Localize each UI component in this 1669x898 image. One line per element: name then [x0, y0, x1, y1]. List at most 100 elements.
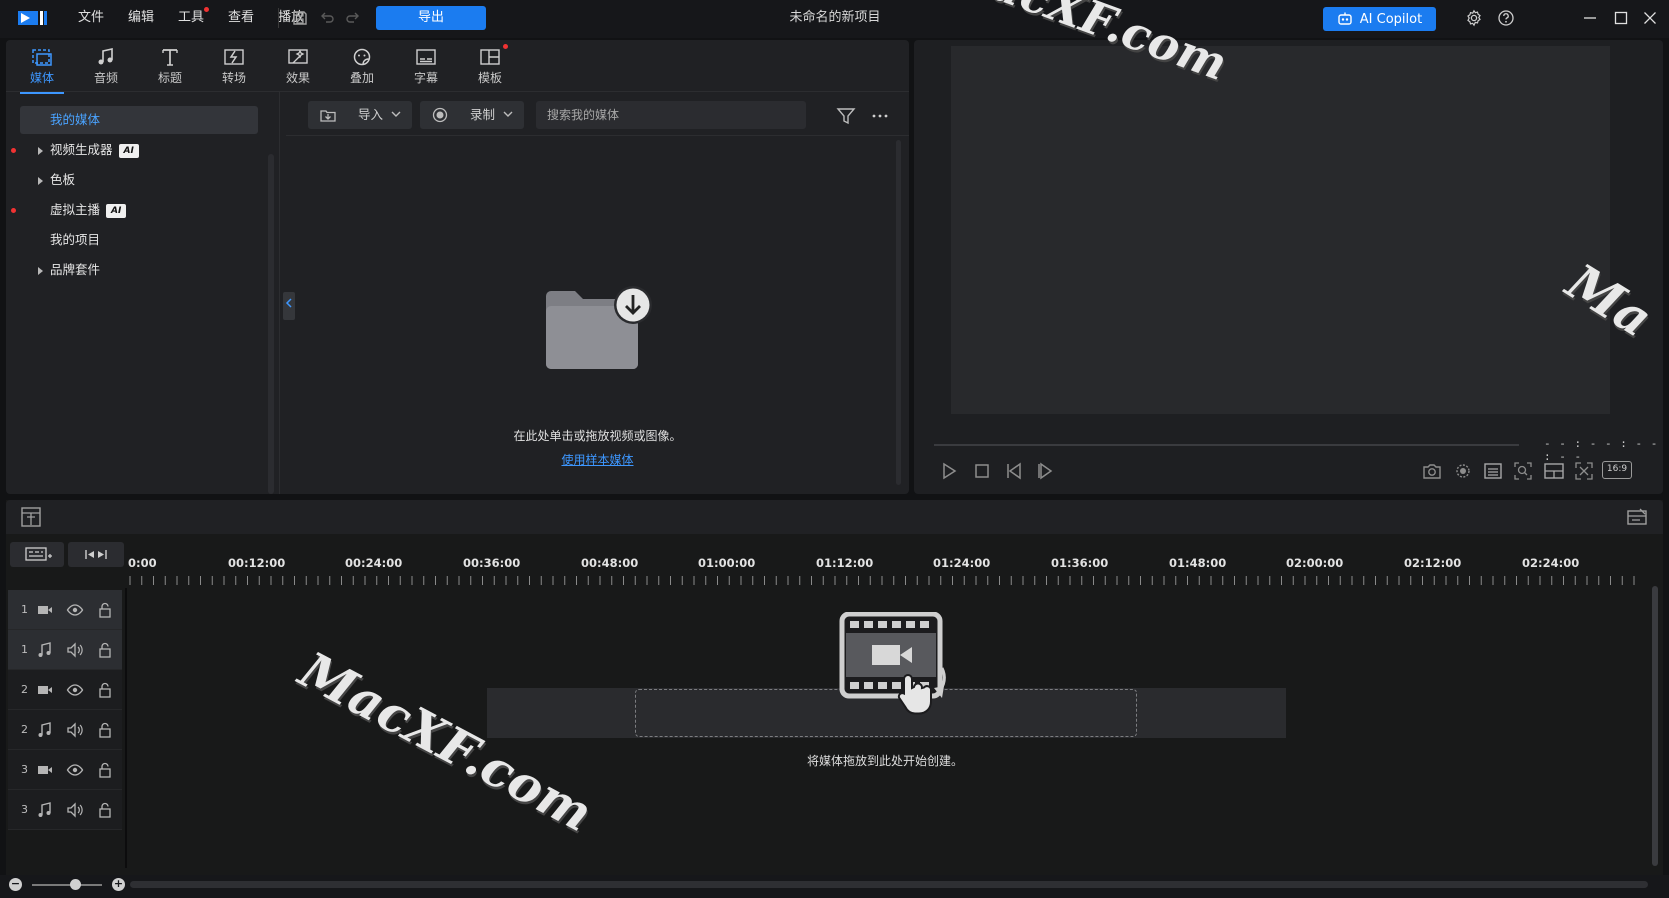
maximize-icon[interactable]	[1612, 9, 1630, 27]
track-header-audio-2[interactable]: 2	[8, 710, 122, 750]
aspect-ratio-button[interactable]: 16:9	[1602, 461, 1632, 479]
save-icon[interactable]	[291, 9, 309, 27]
lock-icon[interactable]	[96, 641, 114, 659]
project-title: 未命名的新项目	[789, 10, 881, 25]
layout-split-icon[interactable]	[1543, 460, 1565, 482]
eye-visibility-icon[interactable]	[66, 601, 84, 619]
undo-icon[interactable]	[318, 9, 336, 27]
tree-item-my-media[interactable]: 我的媒体	[20, 106, 258, 134]
ai-copilot-button[interactable]: AI Copilot	[1323, 7, 1436, 31]
search-media-input[interactable]	[536, 101, 806, 129]
lock-icon[interactable]	[96, 801, 114, 819]
template-icon	[480, 49, 500, 65]
settings-gear-icon[interactable]	[1465, 9, 1483, 27]
more-options-icon[interactable]	[870, 106, 890, 126]
timeline-settings-icon[interactable]	[1626, 506, 1648, 528]
eye-visibility-icon[interactable]	[66, 681, 84, 699]
speaker-volume-icon[interactable]	[66, 641, 84, 659]
tab-effect[interactable]: 效果	[270, 44, 326, 90]
preview-scrubber[interactable]	[934, 444, 1519, 446]
record-button[interactable]: 录制	[420, 101, 524, 129]
tab-title[interactable]: 标题	[142, 44, 198, 90]
track-header-video-1[interactable]: 1	[8, 590, 122, 630]
expand-arrow-icon[interactable]	[38, 147, 43, 155]
expand-arrow-icon[interactable]	[38, 267, 43, 275]
timeline-tools-icon[interactable]	[20, 506, 42, 528]
zoom-in-button[interactable]: +	[112, 878, 125, 891]
tab-transition[interactable]: 转场	[206, 44, 262, 90]
timeline-vertical-scrollbar[interactable]	[1652, 586, 1658, 866]
track-header-audio-1[interactable]: 1	[8, 630, 122, 670]
use-sample-media-link[interactable]: 使用样本媒体	[286, 451, 909, 468]
ai-copilot-label: AI Copilot	[1359, 11, 1423, 27]
close-icon[interactable]	[1641, 9, 1659, 27]
snapshot-camera-icon[interactable]	[1421, 460, 1443, 482]
tab-media[interactable]: 媒体	[14, 44, 70, 94]
menu-file[interactable]: 文件	[66, 0, 116, 36]
tree-item-label: 色板	[50, 172, 76, 187]
tree-item-color-board[interactable]: 色板	[20, 166, 258, 194]
app-logo-icon	[18, 11, 47, 25]
fullscreen-icon[interactable]	[1573, 460, 1595, 482]
lock-icon[interactable]	[96, 761, 114, 779]
help-icon[interactable]	[1497, 9, 1515, 27]
timeline-ruler[interactable]: 0:00 00:12:00 00:24:00 00:36:00 00:48:00…	[128, 548, 1643, 588]
tree-notification-dot	[11, 148, 16, 153]
next-frame-icon[interactable]	[1035, 460, 1057, 482]
menu-tools[interactable]: 工具	[166, 0, 216, 36]
video-camera-icon	[38, 606, 52, 614]
subtitle-preview-icon[interactable]	[1482, 460, 1504, 482]
tree-item-brand-kit[interactable]: 品牌套件	[20, 256, 258, 284]
tree-item-label-wrap: 视频生成器 AI	[50, 136, 139, 164]
tree-item-label: 我的项目	[50, 232, 101, 247]
tab-subtitle[interactable]: 字幕	[398, 44, 454, 90]
tree-item-video-generator[interactable]: 视频生成器 AI	[20, 136, 258, 164]
tree-item-label: 视频生成器	[50, 142, 113, 157]
track-number: 3	[21, 763, 28, 776]
zoom-out-button[interactable]: −	[9, 878, 22, 891]
import-button[interactable]: 导入	[308, 101, 412, 129]
tab-effect-label: 效果	[285, 71, 310, 85]
tab-media-label: 媒体	[29, 71, 54, 85]
tab-template[interactable]: 模板	[462, 44, 518, 90]
track-header-audio-3[interactable]: 3	[8, 790, 122, 830]
previous-frame-icon[interactable]	[1004, 460, 1026, 482]
stop-icon[interactable]	[971, 460, 993, 482]
track-header-video-3[interactable]: 3	[8, 750, 122, 790]
lock-icon[interactable]	[96, 681, 114, 699]
lock-icon[interactable]	[96, 601, 114, 619]
ruler-ticks	[129, 576, 1635, 585]
menu-view[interactable]: 查看	[216, 0, 266, 36]
robot-icon	[1338, 12, 1352, 25]
expand-arrow-icon[interactable]	[38, 177, 43, 185]
track-header-video-2[interactable]: 2	[8, 670, 122, 710]
tab-audio[interactable]: 音频	[78, 44, 134, 90]
play-icon[interactable]	[938, 460, 960, 482]
lock-icon[interactable]	[96, 721, 114, 739]
redo-icon[interactable]	[344, 9, 362, 27]
speaker-volume-icon[interactable]	[66, 721, 84, 739]
import-folder-icon[interactable]	[544, 284, 654, 374]
ruler-label: 01:48:00	[1169, 556, 1227, 570]
tree-item-label: 虚拟主播	[50, 202, 101, 217]
menu-edit[interactable]: 编辑	[116, 0, 166, 36]
minimize-icon[interactable]	[1581, 9, 1599, 27]
export-button[interactable]: 导出	[376, 6, 486, 30]
tree-item-my-projects[interactable]: 我的项目	[20, 226, 258, 254]
zoom-preview-icon[interactable]	[1512, 460, 1534, 482]
fit-timeline-button[interactable]	[68, 542, 124, 567]
tree-item-virtual-anchor[interactable]: 虚拟主播 AI	[20, 196, 258, 224]
eye-visibility-icon[interactable]	[66, 761, 84, 779]
track-manager-button[interactable]	[10, 542, 64, 567]
preview-screen[interactable]	[951, 46, 1610, 414]
zoom-slider-track[interactable]	[32, 884, 102, 886]
filter-icon[interactable]	[836, 106, 856, 126]
zoom-slider-knob[interactable]	[70, 879, 81, 890]
speaker-volume-icon[interactable]	[66, 801, 84, 819]
tab-overlay[interactable]: 叠加	[334, 44, 390, 90]
quality-settings-icon[interactable]	[1452, 460, 1474, 482]
ai-badge: AI	[118, 144, 139, 158]
timeline-horizontal-scrollbar[interactable]	[130, 881, 1648, 888]
tab-subtitle-label: 字幕	[413, 71, 438, 85]
tree-scrollbar[interactable]	[268, 154, 274, 494]
